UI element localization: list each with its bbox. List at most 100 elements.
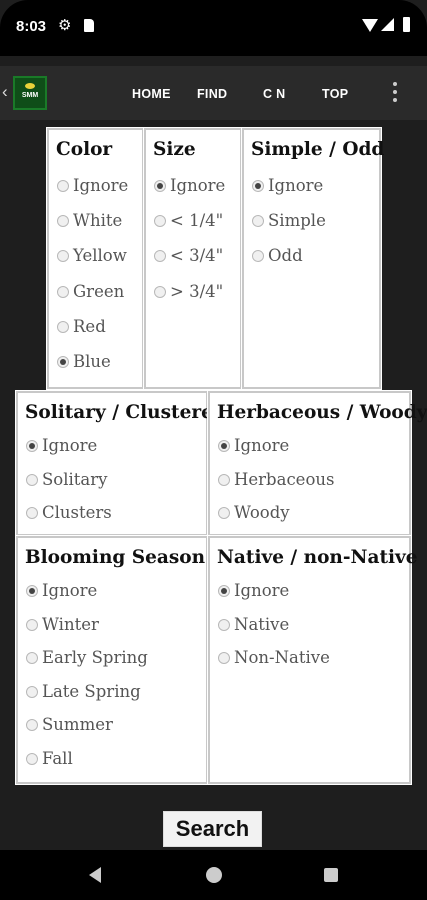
signal-icon xyxy=(381,18,394,31)
radio-button[interactable] xyxy=(57,285,69,298)
radio-button[interactable] xyxy=(218,507,230,519)
radio-option[interactable]: Yellow xyxy=(49,246,142,270)
radio-button[interactable] xyxy=(154,250,166,263)
radio-button[interactable] xyxy=(218,473,230,486)
radio-option[interactable]: > 3/4" xyxy=(146,282,240,306)
radio-button[interactable] xyxy=(218,618,230,631)
recents-icon[interactable] xyxy=(324,868,338,882)
radio-label: Woody xyxy=(234,503,290,522)
radio-option[interactable]: Ignore xyxy=(18,581,206,605)
nav-home[interactable]: HOME xyxy=(132,87,171,101)
radio-label: Summer xyxy=(42,715,113,734)
logo-text: SMM xyxy=(21,92,39,99)
radio-button[interactable] xyxy=(26,473,38,486)
leaf-icon xyxy=(25,83,35,89)
filter-panel-color: Color Ignore White Yellow Green Red Blue xyxy=(46,127,145,390)
nav-find[interactable]: FIND xyxy=(197,87,227,101)
radio-option[interactable]: Ignore xyxy=(49,176,142,200)
sd-card-icon xyxy=(84,19,94,32)
radio-label: Non-Native xyxy=(234,648,330,667)
radio-button[interactable] xyxy=(26,752,38,765)
filter-title: Solitary / Clustered xyxy=(25,402,226,423)
search-button[interactable]: Search xyxy=(163,811,262,847)
radio-label: Ignore xyxy=(234,581,290,600)
radio-option[interactable]: Native xyxy=(210,615,409,639)
radio-label: Yellow xyxy=(73,246,127,266)
radio-button[interactable] xyxy=(252,250,264,263)
radio-option[interactable]: Green xyxy=(49,282,142,306)
filter-title: Native / non-Native xyxy=(217,547,418,568)
radio-button[interactable] xyxy=(26,585,38,597)
home-icon[interactable] xyxy=(206,867,222,883)
radio-label: Simple xyxy=(268,211,326,231)
radio-label: Ignore xyxy=(234,436,290,455)
radio-label: White xyxy=(73,211,123,231)
radio-button[interactable] xyxy=(57,356,69,368)
radio-button[interactable] xyxy=(26,507,38,519)
radio-option[interactable]: Ignore xyxy=(18,436,206,460)
radio-label: Ignore xyxy=(268,176,324,195)
radio-button[interactable] xyxy=(218,440,230,452)
radio-label: Ignore xyxy=(42,436,98,455)
radio-option[interactable]: < 3/4" xyxy=(146,246,240,270)
radio-button[interactable] xyxy=(26,618,38,631)
radio-button[interactable] xyxy=(57,215,69,228)
radio-label: Blue xyxy=(73,352,111,371)
status-bar: 8:03 ⚙ xyxy=(0,0,427,56)
radio-option[interactable]: Summer xyxy=(18,715,206,739)
radio-button[interactable] xyxy=(252,215,264,228)
filter-title: Blooming Season xyxy=(25,547,206,568)
radio-label: < 1/4" xyxy=(170,211,224,231)
radio-button[interactable] xyxy=(26,685,38,698)
back-chevron-icon[interactable]: ‹ xyxy=(2,82,8,102)
radio-option[interactable]: Clusters xyxy=(18,503,206,527)
nav-cn[interactable]: C N xyxy=(263,87,285,101)
radio-button[interactable] xyxy=(154,285,166,298)
overflow-menu-icon[interactable] xyxy=(393,82,397,106)
radio-option[interactable]: Ignore xyxy=(244,176,379,200)
radio-option[interactable]: Red xyxy=(49,317,142,341)
radio-option[interactable]: Ignore xyxy=(210,436,409,460)
radio-button[interactable] xyxy=(26,719,38,731)
radio-option[interactable]: Blue xyxy=(49,352,142,376)
radio-option[interactable]: Ignore xyxy=(146,176,240,200)
system-nav-bar xyxy=(0,850,427,900)
radio-button[interactable] xyxy=(57,320,69,333)
radio-button[interactable] xyxy=(57,250,69,263)
filter-panel-size: Size Ignore < 1/4" < 3/4" > 3/4" xyxy=(143,127,243,390)
radio-label: Fall xyxy=(42,748,73,768)
radio-option[interactable]: < 1/4" xyxy=(146,211,240,235)
radio-button[interactable] xyxy=(218,652,230,664)
radio-option[interactable]: Simple xyxy=(244,211,379,235)
radio-option[interactable]: Solitary xyxy=(18,470,206,494)
radio-label: Odd xyxy=(268,246,303,266)
radio-option[interactable]: Non-Native xyxy=(210,648,409,672)
radio-label: Winter xyxy=(42,614,99,634)
radio-button[interactable] xyxy=(26,652,38,664)
filter-title: Herbaceous / Woody xyxy=(217,402,427,423)
radio-option[interactable]: Herbaceous xyxy=(210,470,409,494)
radio-option[interactable]: Winter xyxy=(18,615,206,639)
radio-button[interactable] xyxy=(252,180,264,192)
nav-top[interactable]: TOP xyxy=(322,87,348,101)
radio-button[interactable] xyxy=(57,180,69,192)
radio-label: Herbaceous xyxy=(234,469,335,489)
radio-button[interactable] xyxy=(26,440,38,452)
back-icon[interactable] xyxy=(89,867,101,883)
radio-option[interactable]: Fall xyxy=(18,749,206,773)
radio-button[interactable] xyxy=(154,180,166,192)
radio-option[interactable]: White xyxy=(49,211,142,235)
radio-option[interactable]: Early Spring xyxy=(18,648,206,672)
filter-title: Color xyxy=(56,139,113,160)
radio-option[interactable]: Odd xyxy=(244,246,379,270)
radio-label: Early Spring xyxy=(42,648,148,667)
radio-label: Ignore xyxy=(73,176,129,195)
radio-label: Green xyxy=(73,281,125,301)
radio-option[interactable]: Late Spring xyxy=(18,682,206,706)
radio-option[interactable]: Woody xyxy=(210,503,409,527)
radio-button[interactable] xyxy=(154,215,166,228)
radio-option[interactable]: Ignore xyxy=(210,581,409,605)
radio-label: Ignore xyxy=(42,581,98,600)
app-logo[interactable]: SMM xyxy=(13,76,47,110)
radio-button[interactable] xyxy=(218,585,230,597)
